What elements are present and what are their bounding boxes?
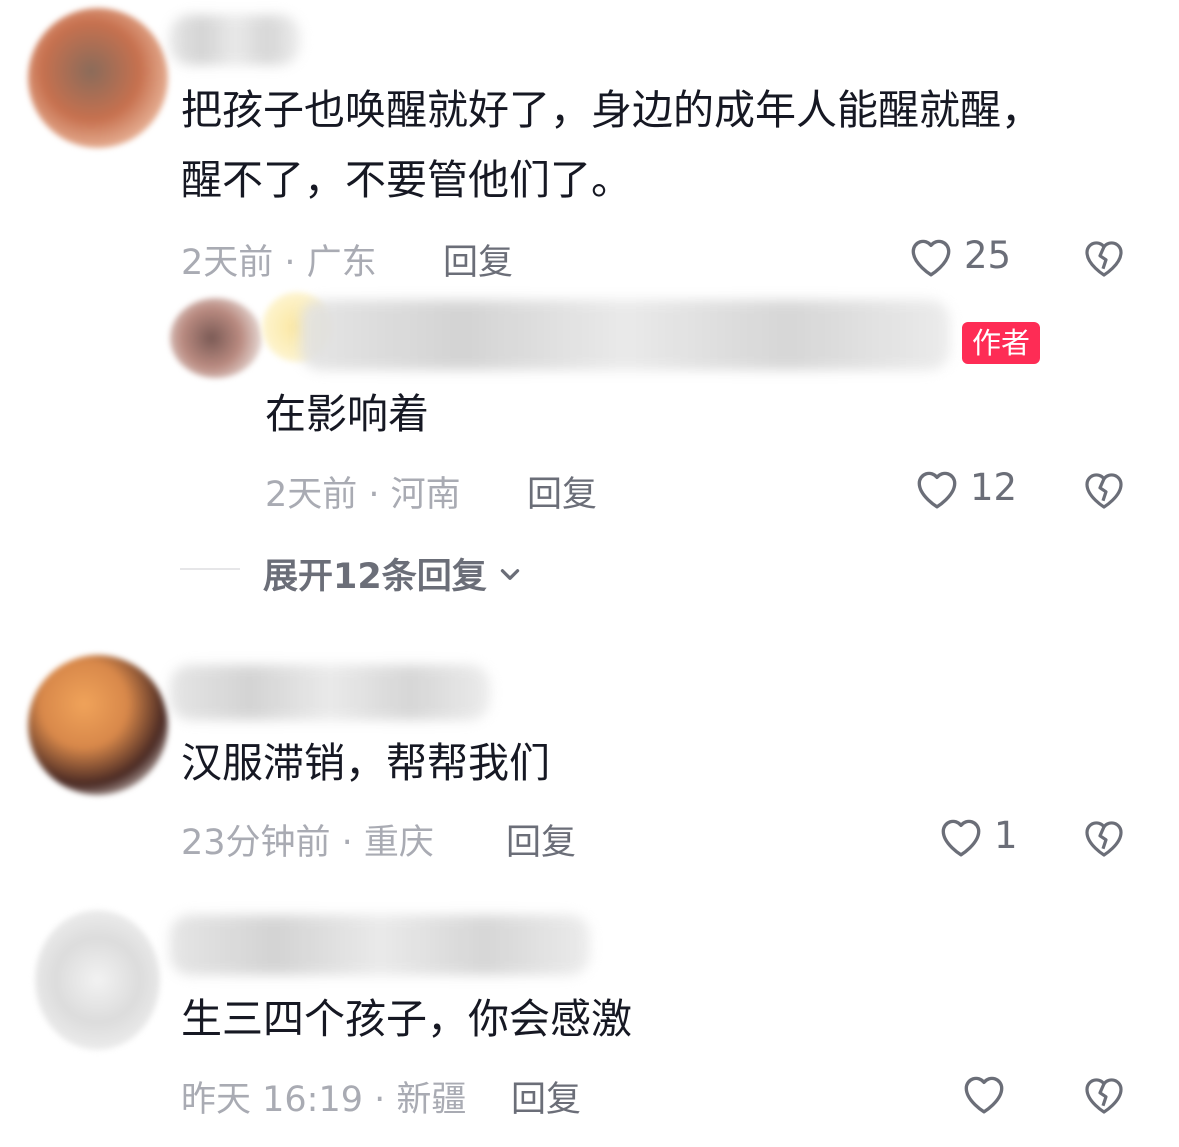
avatar[interactable] [28, 8, 168, 148]
like-button[interactable]: 12 [912, 464, 1017, 510]
heart-outline-icon [906, 232, 956, 278]
dislike-button[interactable] [1080, 233, 1128, 279]
comment-meta: 2天前 · 河南 [265, 475, 461, 515]
comment-meta: 23分钟前 · 重庆 [181, 823, 434, 863]
username-obscured[interactable] [170, 15, 300, 65]
heart-outline-icon [912, 464, 962, 510]
like-count: 12 [970, 465, 1018, 509]
username-obscured[interactable] [300, 300, 950, 370]
username-obscured[interactable] [170, 915, 590, 975]
reply-button[interactable]: 回复 [527, 466, 597, 517]
broken-heart-icon [1080, 813, 1128, 859]
reply-button[interactable]: 回复 [511, 1071, 581, 1122]
expand-replies-button[interactable]: 展开12条回复 [263, 548, 523, 599]
broken-heart-icon [1080, 233, 1128, 279]
comment-text: 醒不了，不要管他们了。 [181, 156, 632, 204]
avatar[interactable] [35, 910, 160, 1050]
username-obscured[interactable] [170, 665, 490, 720]
like-count: 25 [964, 233, 1012, 277]
dislike-button[interactable] [1080, 465, 1128, 511]
like-button[interactable] [959, 1069, 1009, 1115]
heart-outline-icon [959, 1069, 1009, 1115]
avatar[interactable] [28, 655, 168, 795]
broken-heart-icon [1080, 465, 1128, 511]
broken-heart-icon [1080, 1070, 1128, 1116]
comment-text: 把孩子也唤醒就好了，身边的成年人能醒就醒， [181, 86, 1042, 134]
dislike-button[interactable] [1080, 813, 1128, 859]
comment-text: 汉服滞销，帮帮我们 [181, 739, 550, 787]
like-count: 1 [994, 813, 1018, 857]
chevron-down-icon [497, 561, 523, 587]
reply-button[interactable]: 回复 [506, 814, 576, 865]
comment-text: 生三四个孩子，你会感激 [181, 995, 632, 1043]
like-button[interactable]: 1 [936, 812, 1018, 858]
comment-meta: 昨天 16:19 · 新疆 [181, 1080, 467, 1120]
expand-replies-label: 展开12条回复 [263, 557, 487, 597]
author-badge: 作者 [962, 322, 1041, 364]
avatar[interactable] [170, 298, 262, 378]
divider [180, 568, 240, 570]
like-button[interactable]: 25 [906, 232, 1011, 278]
comment-meta: 2天前 · 广东 [181, 243, 377, 283]
dislike-button[interactable] [1080, 1070, 1128, 1116]
comment-text: 在影响着 [265, 390, 429, 438]
reply-button[interactable]: 回复 [443, 234, 513, 285]
heart-outline-icon [936, 812, 986, 858]
